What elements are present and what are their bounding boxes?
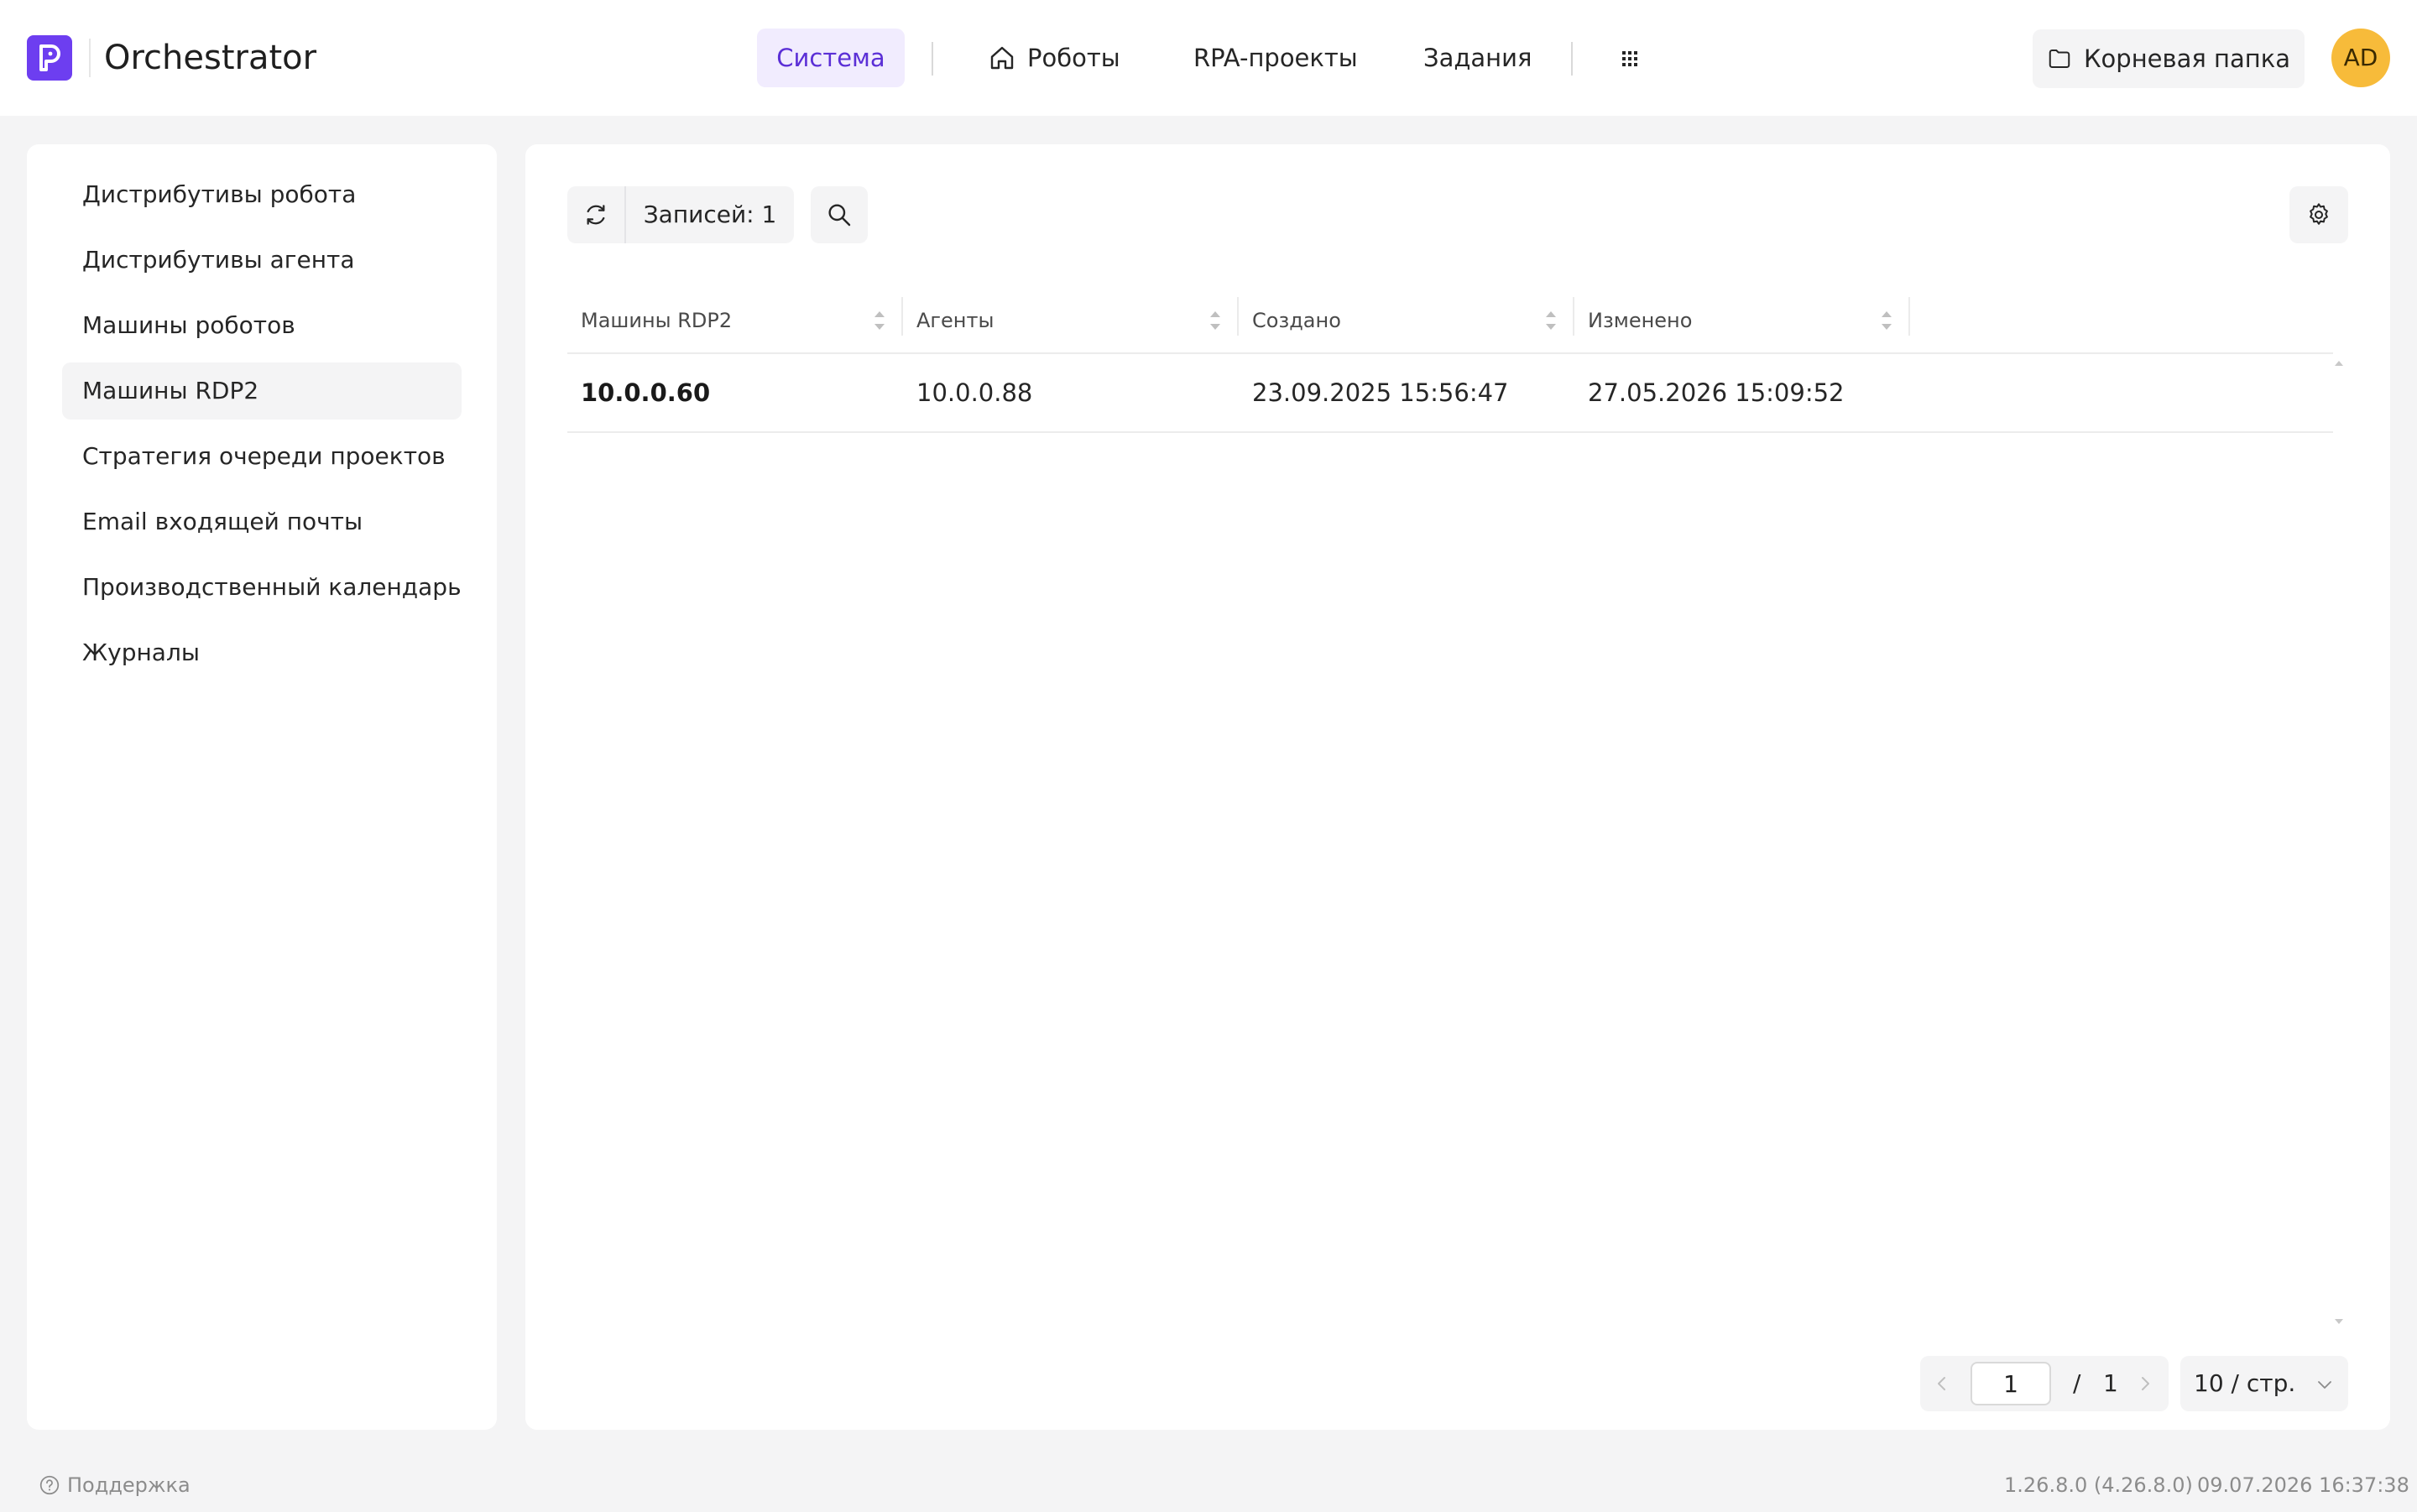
grid-icon	[1622, 51, 1637, 66]
app-logo[interactable]	[27, 35, 72, 81]
page-separator: /	[2073, 1369, 2081, 1397]
column-header-rdp2-machines[interactable]: Машины RDP2	[567, 294, 903, 347]
refresh-button[interactable]	[567, 186, 624, 243]
server-datetime: 09.07.2026 16:37:38	[2197, 1473, 2409, 1497]
nav-system[interactable]: Система	[757, 29, 905, 87]
sidebar: Дистрибутивы робота Дистрибутивы агента …	[27, 144, 497, 1430]
app-version: 1.26.8.0 (4.26.8.0)	[2004, 1473, 2193, 1497]
nav-tasks[interactable]: Задания	[1423, 29, 1532, 87]
help-circle-icon	[39, 1475, 60, 1495]
scroll-up-arrow[interactable]	[2333, 359, 2345, 368]
nav-divider	[1571, 42, 1573, 76]
total-pages: 1	[2103, 1369, 2118, 1397]
nav-robots[interactable]: Роботы	[989, 29, 1120, 87]
sidebar-item-robot-machines[interactable]: Машины роботов	[62, 297, 462, 354]
search-button[interactable]	[811, 186, 868, 243]
column-header-agents[interactable]: Агенты	[903, 294, 1239, 347]
sidebar-item-robot-distributions[interactable]: Дистрибутивы робота	[62, 166, 462, 223]
cell-created: 23.09.2025 15:56:47	[1252, 378, 1509, 407]
sidebar-item-rdp2-machines[interactable]: Машины RDP2	[62, 362, 462, 420]
sort-icon[interactable]	[1543, 302, 1559, 339]
home-icon	[990, 46, 1014, 70]
nav-divider	[932, 42, 933, 76]
page-size-select[interactable]: 10 / стр.	[2180, 1356, 2348, 1411]
user-avatar[interactable]: AD	[2331, 29, 2390, 87]
sidebar-item-agent-distributions[interactable]: Дистрибутивы агента	[62, 232, 462, 289]
records-count: Записей: 1	[626, 186, 794, 243]
cell-modified: 27.05.2026 15:09:52	[1588, 378, 1845, 407]
cell-rdp2-machine: 10.0.0.60	[581, 378, 711, 407]
chevron-down-icon	[2318, 1381, 2331, 1389]
chevron-left-icon[interactable]	[1932, 1374, 1952, 1394]
search-icon	[828, 204, 851, 227]
page-size-value: 10 / стр.	[2194, 1369, 2296, 1397]
column-divider[interactable]	[1908, 297, 1910, 336]
pagination: / 1	[1920, 1356, 2169, 1411]
sort-icon[interactable]	[1207, 302, 1224, 339]
apps-grid-button[interactable]	[1615, 44, 1645, 74]
header-divider	[567, 352, 2333, 354]
logo-divider	[89, 39, 91, 77]
app-title: Orchestrator	[104, 39, 317, 77]
row-divider	[567, 431, 2333, 433]
robot-logo-icon	[39, 44, 60, 71]
main-panel: Записей: 1 Машины RDP2 Агенты Создано Из…	[525, 144, 2390, 1430]
chevron-right-icon[interactable]	[2135, 1374, 2155, 1394]
gear-icon	[2310, 203, 2328, 225]
support-link[interactable]: Поддержка	[39, 1472, 191, 1499]
table-settings-button[interactable]	[2289, 186, 2348, 243]
column-header-created[interactable]: Создано	[1239, 294, 1574, 347]
refresh-icon	[587, 205, 605, 225]
sidebar-item-project-queue-strategy[interactable]: Стратегия очереди проектов	[62, 428, 462, 485]
root-folder-label: Корневая папка	[2083, 44, 2291, 73]
cell-agent: 10.0.0.88	[916, 378, 1033, 407]
sidebar-item-logs[interactable]: Журналы	[62, 624, 462, 681]
sidebar-item-production-calendar[interactable]: Производственный календарь	[62, 559, 462, 616]
top-bar: Orchestrator Система Роботы RPA-проекты …	[0, 0, 2417, 116]
sort-icon[interactable]	[871, 302, 888, 339]
nav-robots-label: Роботы	[1027, 44, 1120, 72]
scroll-down-arrow[interactable]	[2333, 1317, 2345, 1326]
column-header-modified[interactable]: Изменено	[1574, 294, 1910, 347]
folder-icon	[2049, 50, 2070, 68]
sidebar-item-inbound-email[interactable]: Email входящей почты	[62, 493, 462, 550]
root-folder-button[interactable]: Корневая папка	[2033, 29, 2305, 88]
nav-rpa-projects[interactable]: RPA-проекты	[1193, 29, 1358, 87]
support-label: Поддержка	[67, 1473, 191, 1497]
page-number-input[interactable]	[1971, 1362, 2051, 1405]
sort-icon[interactable]	[1878, 302, 1895, 339]
